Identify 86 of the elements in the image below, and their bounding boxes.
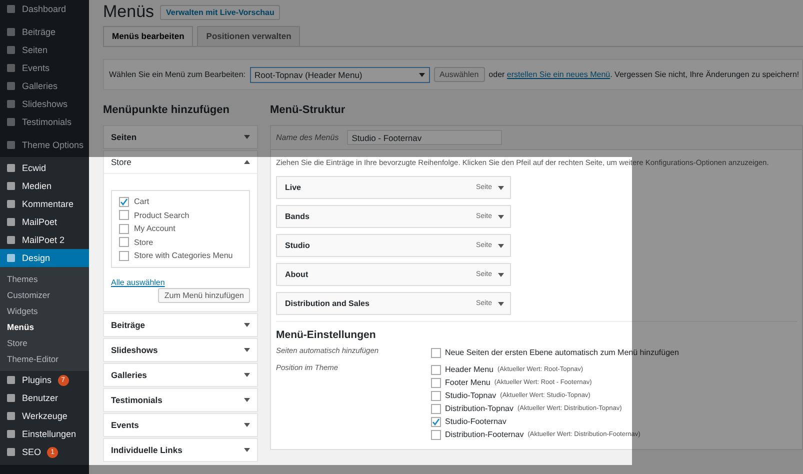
checkbox-label: Cart [134, 197, 150, 206]
checkbox-label: Product Search [134, 210, 190, 220]
caret-icon[interactable] [244, 448, 250, 452]
accordion-header[interactable]: Events [104, 414, 257, 436]
sidebar-item[interactable]: Testimonials [0, 113, 89, 131]
square-icon [6, 235, 16, 245]
sidebar-item[interactable]: Slideshows [0, 95, 89, 113]
field-label: Name des Menüs [276, 133, 339, 142]
sidebar-item[interactable]: Einstellungen [0, 425, 89, 443]
square-icon [6, 199, 16, 209]
caret-icon[interactable] [244, 372, 250, 376]
select-label: Wählen Sie ein Menü zum Bearbeiten: [109, 70, 246, 79]
accordion-header[interactable]: Individuelle Links [104, 438, 257, 460]
checkbox[interactable] [431, 404, 441, 414]
sidebar-item[interactable]: Werkzeuge [0, 407, 89, 425]
sidebar-item[interactable]: MailPoet 2 [0, 231, 89, 249]
checkbox[interactable] [119, 224, 129, 234]
caret-icon[interactable] [244, 422, 250, 426]
checkbox[interactable] [119, 196, 129, 207]
sidebar-item[interactable]: Benutzer [0, 389, 89, 407]
sidebar-item[interactable]: Events [0, 59, 89, 77]
sidebar-item[interactable]: Dashboard [0, 0, 89, 18]
checkbox[interactable] [431, 390, 441, 400]
checkbox[interactable] [431, 364, 441, 374]
option-label: Distribution-Footernav [445, 430, 524, 439]
sidebar-item[interactable]: Ecwid [0, 159, 89, 177]
checkbox[interactable] [119, 250, 129, 261]
option-label: Neue Seiten der ersten Ebene automatisch zum Menü hinzufügen [445, 348, 679, 357]
caret-icon[interactable] [244, 348, 250, 352]
sidebar-item[interactable]: Kommentare [0, 195, 89, 213]
checkbox[interactable] [431, 430, 441, 440]
sidebar-item[interactable]: MailPoet [0, 213, 89, 231]
square-icon [6, 429, 16, 439]
accordion-header[interactable]: Beiträge [104, 314, 257, 336]
square-icon [6, 163, 16, 173]
sidebar-item[interactable]: Galleries [0, 77, 89, 95]
option-label: Footer Menu [445, 378, 490, 387]
checkbox[interactable] [431, 378, 441, 388]
square-icon [6, 253, 16, 263]
accordion-header[interactable]: Testimonials [104, 388, 257, 410]
select-all-link[interactable]: Alle auswählen [111, 278, 250, 286]
checkbox-label: My Account [134, 224, 176, 234]
caret-icon[interactable] [498, 244, 504, 248]
caret-icon[interactable] [498, 302, 504, 306]
caret-icon[interactable] [498, 214, 504, 218]
checkbox[interactable] [431, 416, 441, 426]
settings-heading: Menü-Einstellungen [276, 329, 377, 341]
square-icon [6, 375, 16, 385]
option-label: Header Menu [445, 365, 494, 374]
caret-icon[interactable] [244, 160, 250, 164]
option-label: Studio-Topnav [445, 391, 496, 400]
submenu-item[interactable]: Store [0, 335, 89, 351]
sidebar-item[interactable]: Beiträge [0, 23, 89, 41]
checkbox-label: Store [134, 238, 154, 247]
sidebar-item[interactable]: Design [0, 249, 89, 267]
checkbox[interactable] [119, 210, 129, 220]
submenu-item[interactable]: Themes [0, 271, 89, 287]
square-icon [6, 447, 16, 457]
create-menu-hint: oder erstellen Sie ein neues Menü. Vergessen Sie nicht, Ihre Änderungen zu speichern! [488, 70, 800, 79]
section-heading: Menü-Struktur [270, 104, 346, 118]
accordion-header[interactable]: Galleries [104, 364, 257, 386]
sidebar-item[interactable]: Theme Options [0, 136, 89, 154]
square-icon [6, 217, 16, 227]
submenu-item[interactable]: Menüs [0, 319, 89, 335]
square-icon [6, 181, 16, 191]
section-heading: Menüpunkte hinzufügen [103, 104, 230, 118]
option-label: Distribution-Topnav [445, 404, 514, 413]
checkbox[interactable] [431, 348, 441, 358]
caret-icon[interactable] [498, 272, 504, 276]
square-icon [6, 411, 16, 421]
page-title: Menüs [103, 2, 154, 22]
submenu-item[interactable]: Widgets [0, 303, 89, 319]
sidebar-item[interactable]: Medien [0, 177, 89, 195]
submenu-item[interactable]: Customizer [0, 287, 89, 303]
sidebar-item[interactable]: Seiten [0, 41, 89, 59]
caret-icon[interactable] [244, 322, 250, 326]
add-to-menu-button[interactable]: Zum Menü hinzufügen [158, 288, 250, 302]
accordion-header[interactable]: Seiten [104, 126, 257, 148]
square-icon [6, 393, 16, 403]
submenu-item[interactable]: Theme-Editor [0, 351, 89, 367]
caret-icon[interactable] [498, 186, 504, 190]
option-label: Studio-Footernav [445, 417, 506, 426]
caret-icon[interactable] [244, 398, 250, 402]
accordion-header[interactable]: Slideshows [104, 338, 257, 360]
checkbox-label: Store with Categories Menu [134, 251, 233, 260]
checkbox[interactable] [119, 237, 129, 248]
